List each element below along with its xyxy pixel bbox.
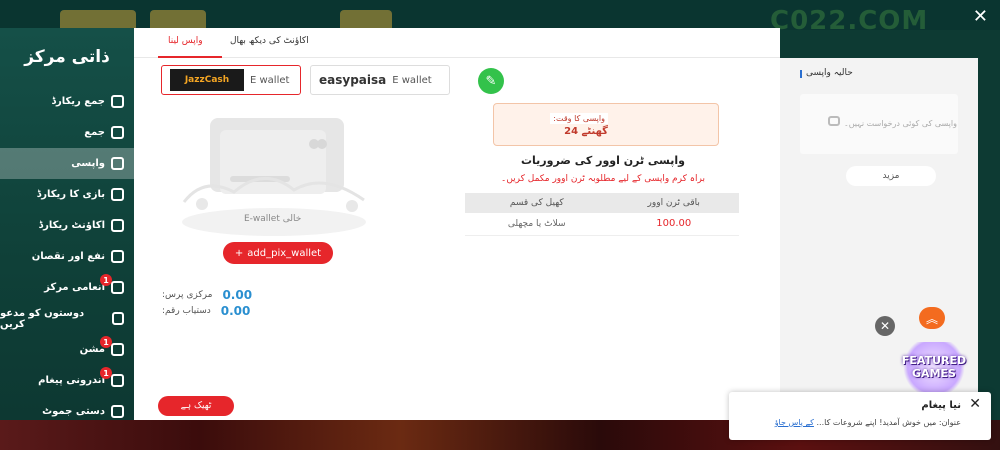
plus-icon: + (234, 247, 244, 259)
sidebar-item-invite-friends[interactable]: دوستوں کو مدعو کریں (0, 303, 134, 334)
tab-account-maintenance[interactable]: اکاؤنٹ کی دیکھ بھال (230, 36, 309, 46)
sidebar-item-label: دوستوں کو مدعو کریں (0, 307, 85, 330)
sidebar-item-withdraw[interactable]: واپسی (0, 148, 134, 179)
tab-bar: واپس لینا اکاؤنٹ کی دیکھ بھال (134, 28, 780, 58)
close-icon[interactable]: ✕ (969, 396, 981, 412)
scroll-to-top-icon[interactable]: ︽ (919, 307, 945, 329)
turnover-table: کھیل کی قسم باقی ٹرن اوور سلاٹ یا مچھلی … (465, 193, 739, 236)
empty-box-icon (828, 116, 840, 126)
mission-icon (111, 343, 124, 356)
center-wallet-value: 0.00 (222, 288, 253, 302)
sidebar-item-deposit-record[interactable]: جمع ریکارڈ (0, 86, 134, 117)
wallet-type-label: E wallet (392, 74, 432, 86)
invite-friends-icon (111, 312, 124, 325)
center-wallet-balance: :مرکزی پرس 0.00 (162, 288, 252, 302)
background-top-strip: C022.COM ✕ (0, 0, 1000, 36)
available-balance-value: 0.00 (220, 304, 251, 318)
sidebar-item-label: دستی جموٹ (42, 406, 105, 417)
message-title: نیا پیغام (921, 400, 961, 411)
profit-loss-icon (111, 250, 124, 263)
column-header: باقی ٹرن اوور (608, 193, 739, 213)
recent-withdrawals-empty: واپسی کی کوئی درخواست نہیں۔ (800, 94, 958, 154)
wallet-type-label: E wallet (250, 74, 290, 86)
add-pix-wallet-label: add_pix_wallet (247, 247, 322, 259)
sidebar-item-profit-loss[interactable]: نفع اور نقصان (0, 241, 134, 272)
account-record-icon (111, 219, 124, 232)
empty-wallet-text: E-wallet خالی (244, 214, 302, 224)
tab-active-indicator (158, 56, 222, 58)
remaining-turnover-cell: 100.00 (608, 213, 739, 236)
more-button[interactable]: مزید (846, 166, 936, 186)
featured-games-badge[interactable]: FEATURED GAMES (898, 342, 970, 392)
wallet-jazzcash[interactable]: JazzCash E wallet (161, 65, 301, 95)
available-balance: :دستیاب رقم 0.00 (162, 304, 250, 318)
sidebar-item-label: جمع (84, 127, 105, 138)
recent-withdrawals-title: حالیہ واپسی (806, 68, 853, 78)
message-icon (111, 374, 124, 387)
notification-badge: 1 (100, 274, 112, 286)
background-close-icon[interactable]: ✕ (973, 6, 988, 27)
jazzcash-logo: JazzCash (170, 69, 244, 91)
empty-text: واپسی کی کوئی درخواست نہیں۔ (844, 119, 957, 128)
message-link[interactable]: کے پاس جاؤ (775, 418, 814, 427)
sidebar-item-deposit[interactable]: جمع (0, 117, 134, 148)
sidebar-title: ذاتی مرکز (24, 47, 110, 67)
sidebar-item-mission[interactable]: مشن 1 (0, 334, 134, 365)
withdraw-panel: واپس لینا اکاؤنٹ کی دیکھ بھال JazzCash E… (134, 28, 780, 420)
sidebar-item-label: انعامی مرکز (44, 282, 105, 293)
sidebar-item-message[interactable]: اندرونی پیغام 1 (0, 365, 134, 396)
background-brand: C022.COM (770, 6, 929, 36)
withdraw-time-label: :واپسی کا وقت (550, 113, 608, 124)
game-record-icon (111, 188, 124, 201)
withdraw-time-value: 24 گھنٹے (564, 126, 608, 137)
sidebar-item-manual[interactable]: دستی جموٹ (0, 396, 134, 420)
deposit-record-icon (111, 95, 124, 108)
column-header: کھیل کی قسم (465, 193, 609, 213)
turnover-requirements-title: واپسی ٹرن اوور کی ضروریات (520, 154, 685, 167)
games-label: GAMES (912, 367, 956, 380)
table-header-row: کھیل کی قسم باقی ٹرن اوور (465, 193, 739, 213)
edit-pencil-icon[interactable]: ✎ (478, 68, 504, 94)
tab-withdraw[interactable]: واپس لینا (168, 36, 203, 46)
wallet-easypaisa[interactable]: easypaisa E wallet (310, 65, 450, 95)
sidebar-item-label: اکاؤنٹ ریکارڈ (38, 220, 105, 231)
close-icon[interactable]: ✕ (875, 316, 895, 336)
add-pix-wallet-button[interactable]: + add_pix_wallet (223, 242, 333, 264)
featured-label: FEATURED (901, 354, 967, 367)
game-type-cell: سلاٹ یا مچھلی (465, 213, 609, 236)
available-balance-label: :دستیاب رقم (162, 306, 211, 316)
message-body: عنوان: میں خوش آمدید! اپنے شروعات کا... … (775, 418, 961, 427)
sidebar-item-reward-center[interactable]: انعامی مرکز 1 (0, 272, 134, 303)
easypaisa-logo: easypaisa (319, 73, 387, 87)
new-message-popup: ✕ نیا پیغام عنوان: میں خوش آمدید! اپنے ش… (729, 392, 991, 440)
center-wallet-label: :مرکزی پرس (162, 290, 213, 300)
withdraw-icon (111, 157, 124, 170)
section-marker (800, 70, 802, 78)
notification-badge: 1 (100, 367, 112, 379)
withdraw-time-box: :واپسی کا وقت 24 گھنٹے (493, 103, 719, 146)
ok-button[interactable]: ٹھیک ہے (158, 396, 234, 416)
manual-icon (111, 405, 124, 418)
sidebar: ذاتی مرکز جمع ریکارڈ جمع واپسی بازی کا ر… (0, 28, 134, 420)
turnover-requirements-note: براہ کرم واپسی کے لیے مطلوبہ ٹرن اوور مک… (501, 174, 705, 184)
notification-badge: 1 (100, 336, 112, 348)
sidebar-item-game-record[interactable]: بازی کا ریکارڈ (0, 179, 134, 210)
sidebar-item-label: نفع اور نقصان (31, 251, 105, 262)
reward-center-icon (111, 281, 124, 294)
sidebar-item-label: اندرونی پیغام (38, 375, 105, 386)
sidebar-item-label: بازی کا ریکارڈ (36, 189, 105, 200)
sidebar-item-label: واپسی (71, 158, 105, 169)
sidebar-item-label: جمع ریکارڈ (51, 96, 105, 107)
sidebar-item-account-record[interactable]: اکاؤنٹ ریکارڈ (0, 210, 134, 241)
message-text: عنوان: میں خوش آمدید! اپنے شروعات کا... (816, 418, 962, 427)
table-row: سلاٹ یا مچھلی 100.00 (465, 213, 739, 236)
deposit-icon (111, 126, 124, 139)
